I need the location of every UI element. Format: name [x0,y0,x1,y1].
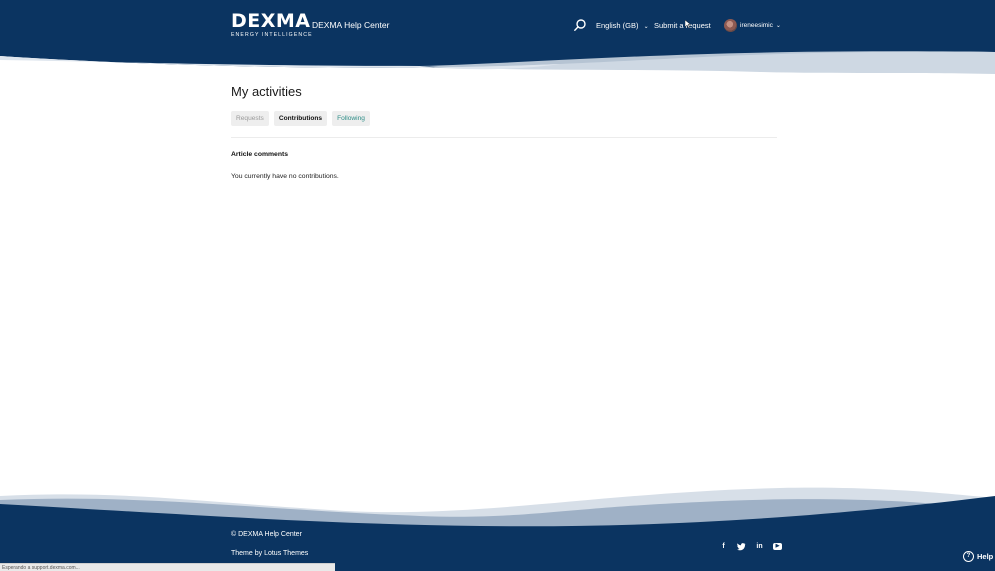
avatar [724,18,737,32]
footer-theme-link[interactable]: Theme by Lotus Themes [231,550,308,557]
user-menu[interactable]: ireneesimic ⌄ [724,18,781,32]
user-name: ireneesimic [740,21,773,29]
youtube-icon[interactable]: ▶ [773,543,782,550]
facebook-icon[interactable]: f [719,542,728,551]
site-name-link[interactable]: DEXMA Help Center [312,20,389,30]
browser-status-bar: Esperando a support.dexma.com... [0,563,335,571]
logo-tagline: ENERGY INTELLIGENCE [231,32,313,38]
empty-state-message: You currently have no contributions. [231,173,339,180]
language-label: English (GB) [596,21,639,30]
language-selector[interactable]: English (GB) ⌄ [596,21,649,30]
social-links: f in ▶ [719,542,782,551]
chevron-down-icon: ⌄ [643,24,649,30]
twitter-icon[interactable] [737,542,746,551]
linkedin-icon[interactable]: in [755,542,764,551]
divider [231,137,777,138]
tab-requests[interactable]: Requests [231,111,269,126]
site-header: DEXMA ENERGY INTELLIGENCE DEXMA Help Cen… [0,0,995,74]
tab-following[interactable]: Following [332,111,370,126]
site-footer: © DEXMA Help Center Theme by Lotus Theme… [0,480,995,571]
mouse-pointer-icon [685,20,691,28]
footer-copyright: © DEXMA Help Center [231,531,302,538]
section-title: Article comments [231,151,289,158]
question-icon: ? [963,551,974,562]
tab-contributions[interactable]: Contributions [273,111,328,126]
help-label: Help [977,552,994,561]
chevron-down-icon: ⌄ [775,22,781,29]
submit-request-link[interactable]: Submit a request [654,21,711,30]
footer-wave-background [0,487,995,571]
dexma-logo[interactable]: DEXMA ENERGY INTELLIGENCE [231,10,313,40]
logo-brand: DEXMA [231,10,311,32]
activity-tabs: Requests Contributions Following [231,111,370,126]
search-icon[interactable] [573,18,587,32]
help-widget-button[interactable]: ? Help [963,551,993,562]
header-wave-background [0,0,995,74]
page-title: My activities [231,84,302,99]
